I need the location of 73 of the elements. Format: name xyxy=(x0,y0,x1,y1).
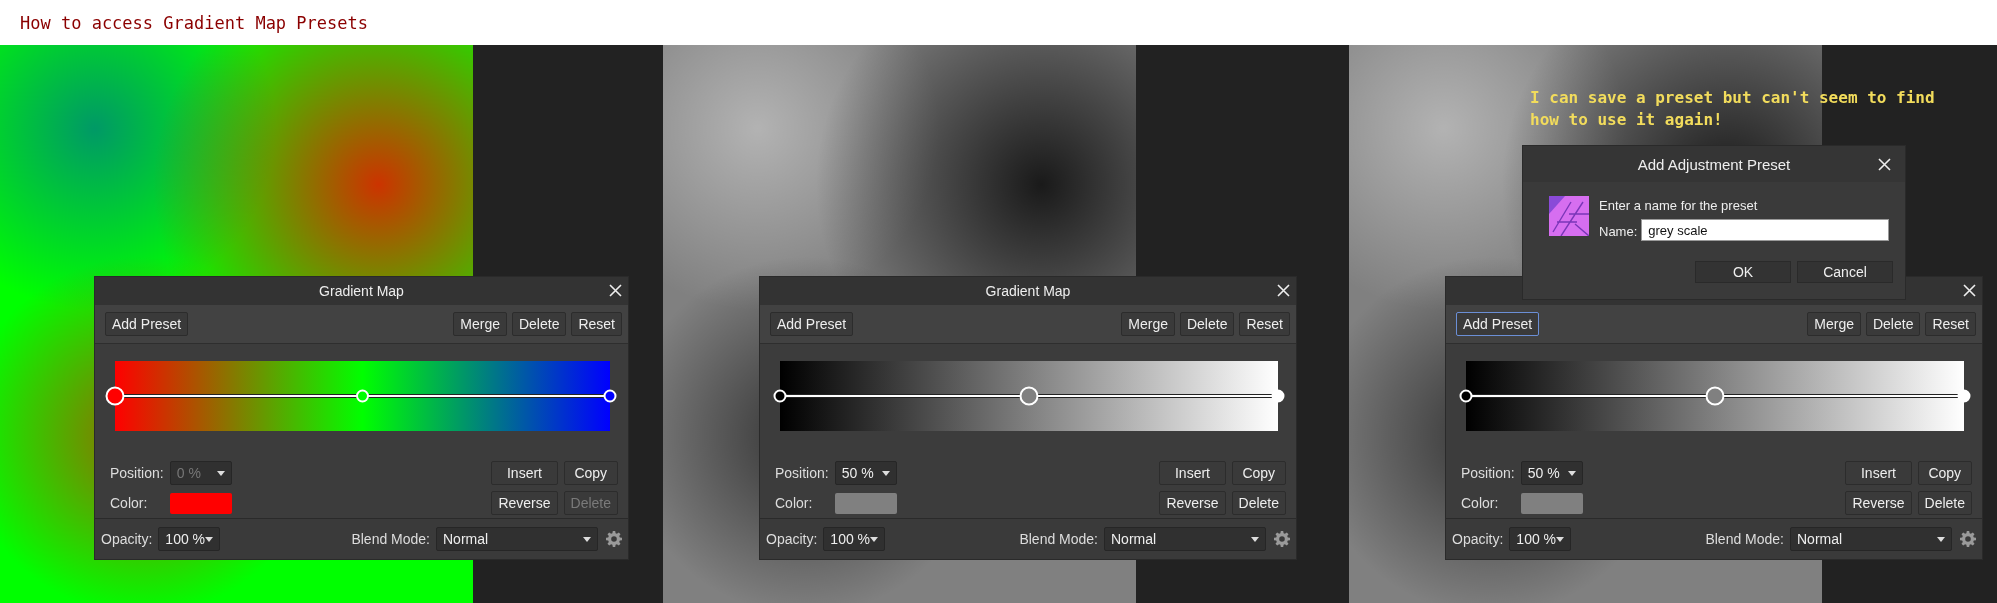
toolbar-button[interactable]: Delete xyxy=(1865,312,1921,336)
app-logo-icon xyxy=(1549,196,1589,236)
opacity-dropdown[interactable]: 100 % xyxy=(158,527,221,551)
opacity-label: Opacity: xyxy=(1452,531,1504,547)
blend-mode-label: Blend Mode: xyxy=(1019,531,1098,547)
action-button[interactable]: Insert xyxy=(1159,461,1226,485)
page-title: How to access Gradient Map Presets xyxy=(20,12,368,33)
action-button[interactable]: Reverse xyxy=(1159,491,1226,515)
opacity-label: Opacity: xyxy=(766,531,818,547)
name-label: Name: xyxy=(1599,222,1638,239)
toolbar-button[interactable]: Add Preset xyxy=(1456,312,1540,336)
settings-icon[interactable] xyxy=(1960,531,1976,547)
position-label: Position: xyxy=(110,465,164,481)
toolbar-button[interactable]: Add Preset xyxy=(770,312,854,336)
dialog-button[interactable]: Cancel xyxy=(1797,261,1893,283)
caret-icon xyxy=(205,536,214,542)
blend-mode-label: Blend Mode: xyxy=(1705,531,1784,547)
caret-icon xyxy=(1937,536,1945,542)
caret-icon xyxy=(881,470,890,476)
opacity-dropdown[interactable]: 100 % xyxy=(823,527,886,551)
position-dropdown[interactable]: 50 % xyxy=(1520,461,1583,485)
name-input-field[interactable]: grey scale xyxy=(1641,219,1890,241)
settings-icon[interactable] xyxy=(1274,531,1290,547)
annotation-text: I can save a preset but can't seem to find how to use it again! xyxy=(1530,87,1936,131)
close-icon[interactable] xyxy=(1963,284,1976,297)
action-button[interactable]: Reverse xyxy=(1845,491,1912,515)
action-button[interactable]: Delete xyxy=(1231,491,1286,515)
dialog-button[interactable]: OK xyxy=(1695,261,1791,283)
action-button[interactable]: Copy xyxy=(1231,461,1286,485)
toolbar-button[interactable]: Reset xyxy=(1925,312,1976,336)
toolbar-button[interactable]: Merge xyxy=(1807,312,1861,336)
panel-title: Gradient Map xyxy=(319,283,404,299)
toolbar-button[interactable]: Delete xyxy=(511,312,567,336)
position-label: Position: xyxy=(775,465,829,481)
toolbar-button[interactable]: Reset xyxy=(1239,312,1290,336)
blend-mode-label: Blend Mode: xyxy=(351,531,430,547)
color-swatch[interactable] xyxy=(1520,492,1583,514)
caret-icon xyxy=(216,470,225,476)
color-swatch[interactable] xyxy=(169,492,232,514)
opacity-dropdown[interactable]: 100 % xyxy=(1509,527,1572,551)
toolbar-button[interactable]: Merge xyxy=(1121,312,1175,336)
caret-icon xyxy=(1251,536,1259,542)
action-button[interactable]: Delete xyxy=(1917,491,1972,515)
settings-icon[interactable] xyxy=(606,531,622,547)
blend-mode-dropdown[interactable]: Normal xyxy=(436,527,598,551)
toolbar-button[interactable]: Reset xyxy=(571,312,622,336)
dialog-title: Add Adjustment Preset xyxy=(1637,155,1791,173)
caret-icon xyxy=(1567,470,1576,476)
caret-icon xyxy=(583,536,591,542)
opacity-label: Opacity: xyxy=(101,531,153,547)
color-label: Color: xyxy=(775,495,814,511)
action-button[interactable]: Insert xyxy=(1845,461,1912,485)
action-button[interactable]: Insert xyxy=(491,461,558,485)
position-dropdown[interactable]: 50 % xyxy=(834,461,897,485)
close-icon[interactable] xyxy=(1878,158,1891,171)
toolbar-button[interactable]: Delete xyxy=(1179,312,1235,336)
toolbar-button[interactable]: Add Preset xyxy=(105,312,189,336)
color-label: Color: xyxy=(110,495,149,511)
action-button[interactable]: Copy xyxy=(563,461,618,485)
color-label: Color: xyxy=(1461,495,1500,511)
dialog-prompt: Enter a name for the preset xyxy=(1599,197,1759,213)
blend-mode-dropdown[interactable]: Normal xyxy=(1790,527,1952,551)
caret-icon xyxy=(870,536,879,542)
position-label: Position: xyxy=(1461,465,1515,481)
panel-title: Gradient Map xyxy=(985,283,1071,299)
color-swatch[interactable] xyxy=(834,492,897,514)
action-button[interactable]: Reverse xyxy=(491,491,558,515)
blend-mode-dropdown[interactable]: Normal xyxy=(1104,527,1266,551)
action-button[interactable]: Copy xyxy=(1917,461,1972,485)
toolbar-button[interactable]: Merge xyxy=(453,312,507,336)
close-icon[interactable] xyxy=(1277,284,1290,297)
close-icon[interactable] xyxy=(609,284,622,297)
caret-icon xyxy=(1556,536,1565,542)
